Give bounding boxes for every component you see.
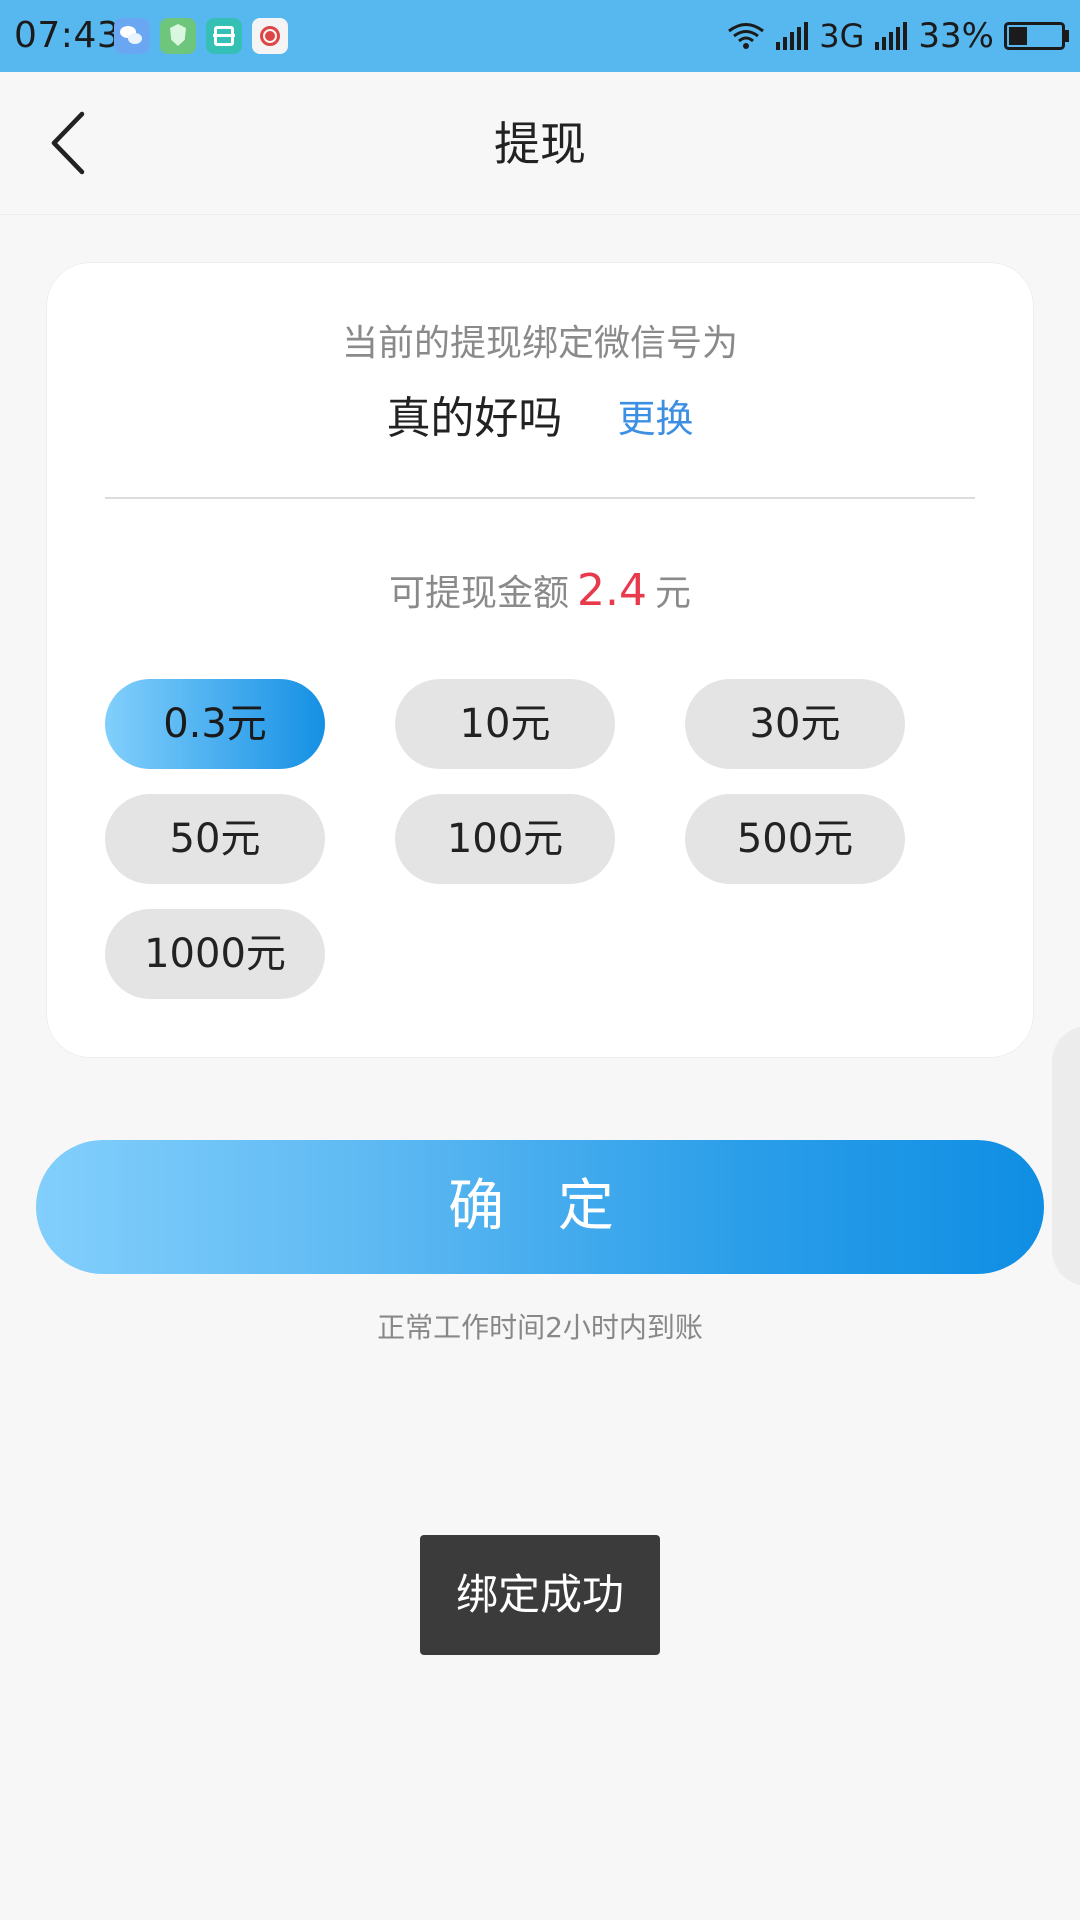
- signal-icon: [776, 22, 809, 50]
- available-amount: 可提现金额 2.4 元: [47, 563, 1033, 622]
- status-app-icons: [114, 18, 288, 54]
- battery-icon: [1004, 22, 1069, 50]
- status-bar: 07:43 3G 33%: [0, 0, 1080, 72]
- bound-account-name: 真的好吗: [386, 393, 563, 444]
- amount-option-100[interactable]: 100元: [395, 794, 615, 884]
- wifi-icon: [728, 23, 765, 49]
- status-indicators: 3G 33%: [727, 14, 1070, 58]
- wechat-icon: [114, 18, 150, 54]
- status-time: 07:43: [14, 15, 121, 56]
- weibo-icon: [252, 18, 288, 54]
- amount-option-30[interactable]: 30元: [685, 679, 905, 769]
- available-amount-label: 可提现金额: [388, 573, 569, 614]
- network-type: 3G: [819, 17, 865, 55]
- scan-icon: [206, 18, 242, 54]
- bound-account-label: 当前的提现绑定微信号为: [341, 323, 738, 364]
- signal-icon-2: [875, 22, 908, 50]
- withdraw-card: 当前的提现绑定微信号为 真的好吗 更换 可提现金额 2.4 元 0.3元 10元 3…: [46, 262, 1034, 1058]
- confirm-button[interactable]: 确 定: [36, 1140, 1044, 1274]
- bound-account-row: 真的好吗 更换: [47, 389, 1033, 449]
- amount-option-1000[interactable]: 1000元: [105, 909, 325, 999]
- battery-percent: 33%: [918, 16, 994, 56]
- amount-option-10[interactable]: 10元: [395, 679, 615, 769]
- available-amount-value: 2.4: [577, 565, 647, 616]
- page-title: 提现: [494, 117, 586, 171]
- amount-option-500[interactable]: 500元: [685, 794, 905, 884]
- amount-option-50[interactable]: 50元: [105, 794, 325, 884]
- change-account-link[interactable]: 更换: [618, 389, 694, 449]
- divider: [105, 497, 975, 499]
- toast-message: 绑定成功: [420, 1535, 660, 1655]
- arrival-hint: 正常工作时间2小时内到账: [377, 1311, 703, 1344]
- app-header: 提现: [0, 72, 1080, 215]
- amount-option-0-3[interactable]: 0.3元: [105, 679, 325, 769]
- available-amount-unit: 元: [654, 573, 691, 614]
- floating-side-tab[interactable]: [1052, 1026, 1080, 1286]
- shield-icon: [160, 18, 196, 54]
